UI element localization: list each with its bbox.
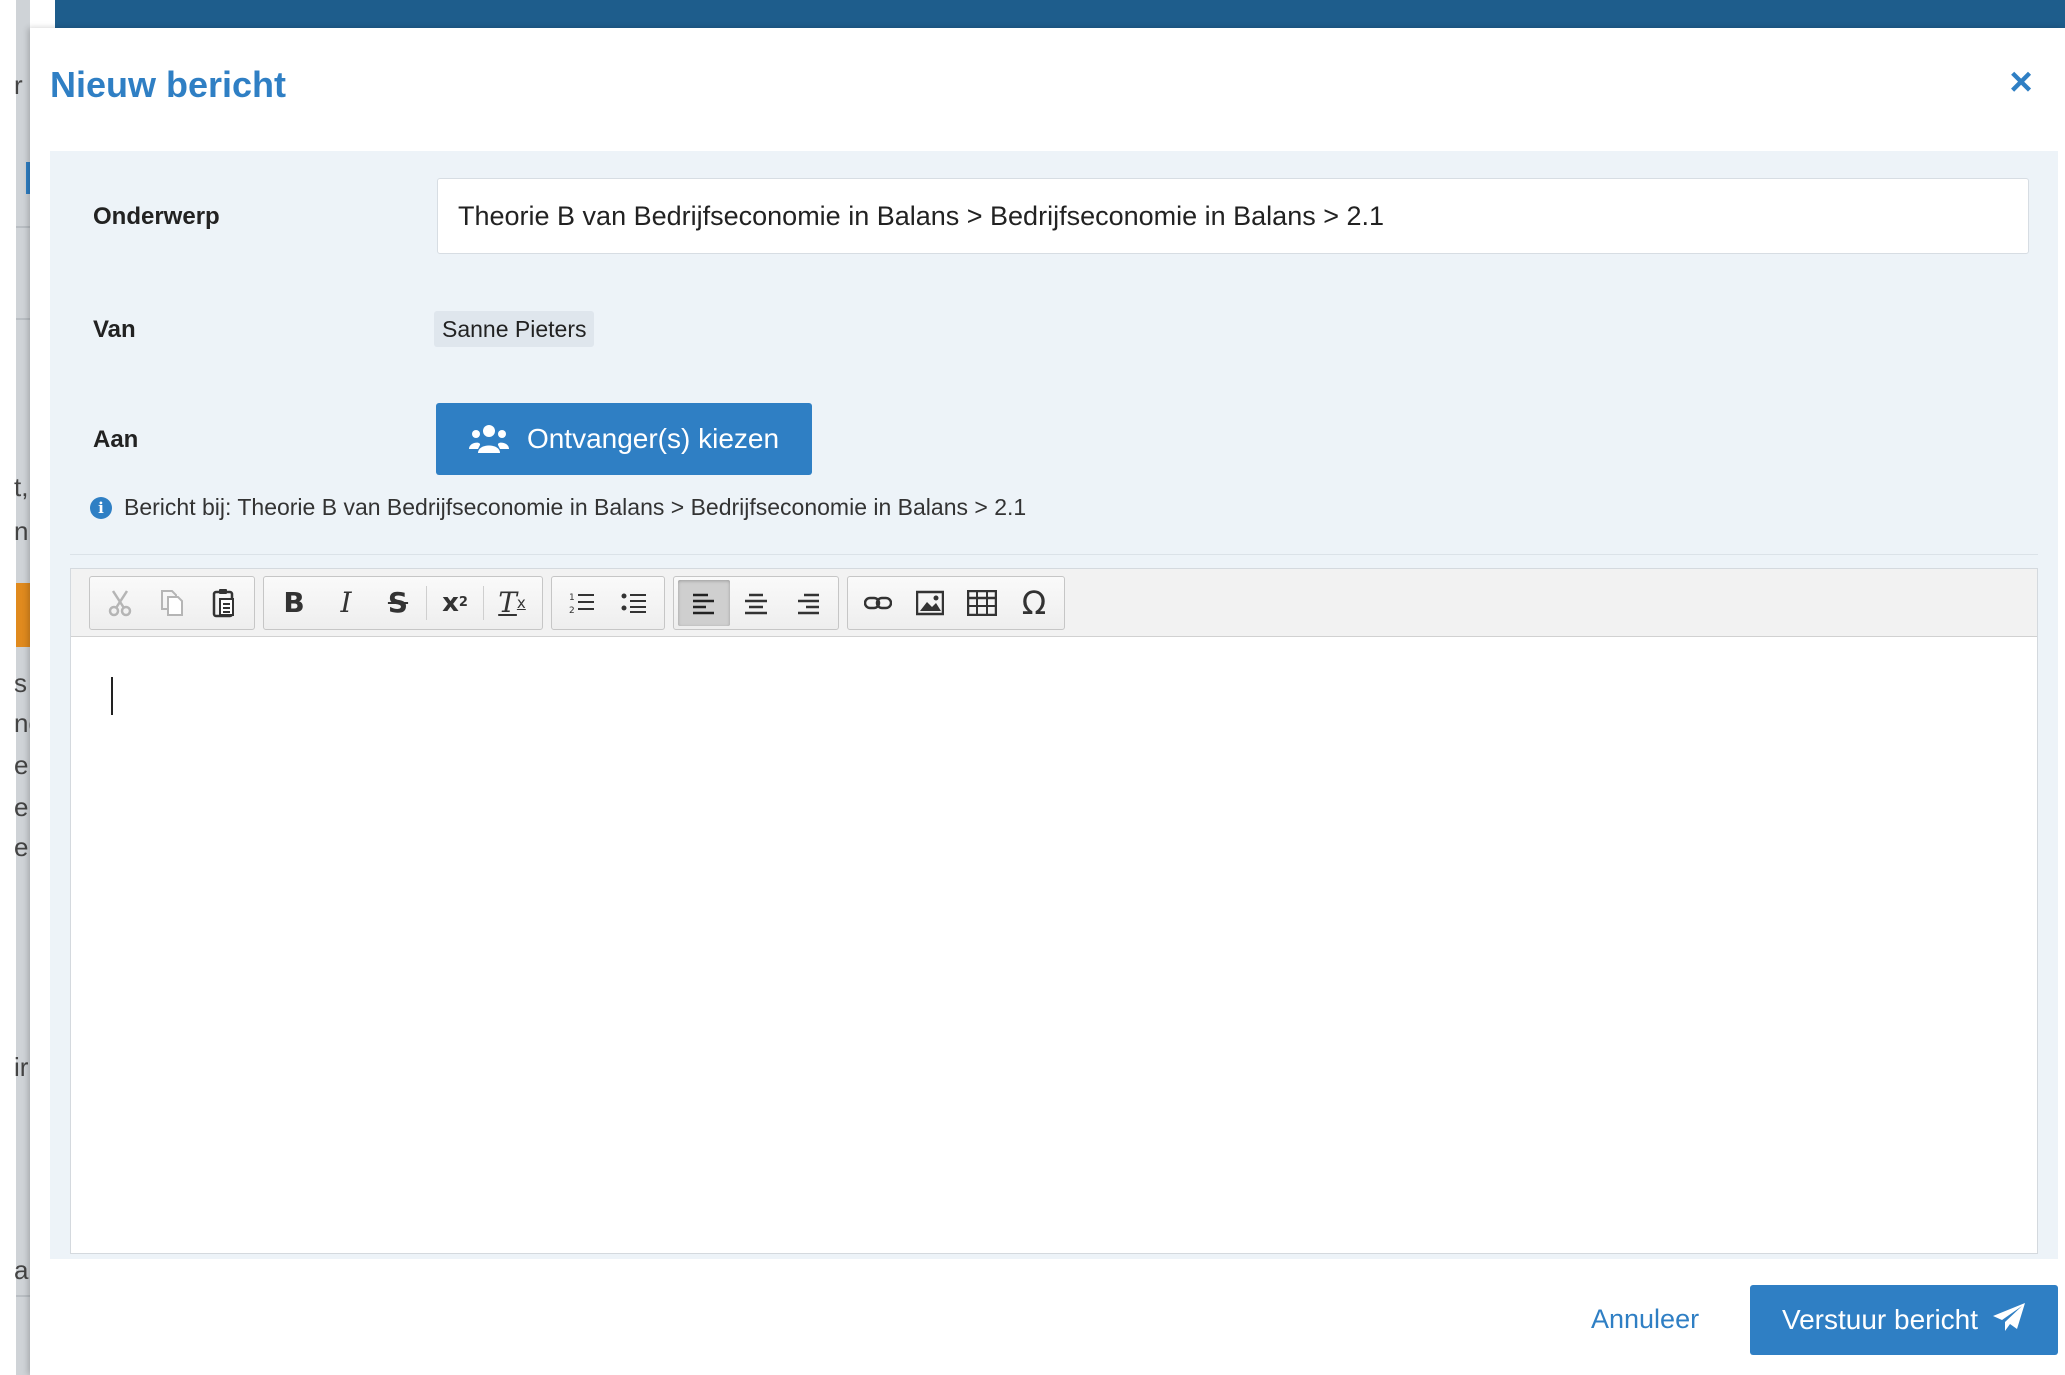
- background-text-fragment: e: [14, 832, 29, 862]
- background-text-fragment: s: [14, 668, 27, 698]
- from-label: Van: [93, 316, 136, 343]
- superscript-base: x: [442, 587, 459, 618]
- align-right-icon: [798, 593, 819, 614]
- numbered-list-icon: 1 2: [569, 593, 594, 616]
- table-icon: [967, 589, 997, 616]
- align-center-icon: [745, 593, 767, 614]
- remove-format-button[interactable]: Tx: [486, 580, 538, 626]
- clipboard-group: [89, 575, 255, 630]
- new-message-dialog: Nieuw bericht × Onderwerp Van Sanne Piet…: [30, 28, 2065, 1375]
- rich-text-editor: B I S x2 Tx 1 2 Ω: [70, 568, 2038, 1254]
- remove-format-base: T: [498, 586, 517, 619]
- superscript-mark: 2: [458, 595, 468, 610]
- insert-link-button[interactable]: [852, 580, 904, 626]
- bulleted-list-icon: [621, 593, 646, 613]
- copy-button[interactable]: [146, 580, 198, 626]
- background-orange-bar: [16, 583, 30, 647]
- format-group: B I S x2 Tx: [263, 575, 543, 630]
- bold-button[interactable]: B: [268, 580, 320, 626]
- info-icon: i: [90, 496, 112, 519]
- background-topbar: [55, 0, 2065, 28]
- form-divider: [70, 554, 2038, 555]
- numbered-list-button[interactable]: 1 2: [556, 580, 608, 626]
- send-message-label: Verstuur bericht: [1781, 1304, 1979, 1335]
- cancel-link[interactable]: Annuleer: [1591, 1304, 1699, 1335]
- text-cursor: [111, 677, 113, 715]
- subject-input[interactable]: [437, 178, 2029, 254]
- users-icon: [468, 423, 509, 455]
- svg-text:2: 2: [569, 606, 575, 616]
- link-icon: [864, 596, 892, 609]
- insert-table-button[interactable]: [956, 580, 1008, 626]
- choose-recipients-label: Ontvanger(s) kiezen: [526, 423, 780, 454]
- to-label: Aan: [93, 426, 139, 453]
- align-left-icon: [693, 593, 714, 614]
- insert-group: Ω: [847, 575, 1065, 630]
- choose-recipients-button[interactable]: Ontvanger(s) kiezen: [436, 403, 812, 475]
- background-text-fragment: ir: [14, 1052, 29, 1082]
- image-icon: [916, 590, 944, 615]
- scissors-icon: [108, 589, 132, 616]
- background-text-fragment: e: [14, 750, 29, 780]
- superscript-button[interactable]: x2: [429, 580, 481, 626]
- send-message-button[interactable]: Verstuur bericht: [1750, 1285, 2058, 1355]
- close-icon[interactable]: ×: [2003, 62, 2039, 102]
- cut-button[interactable]: [94, 580, 146, 626]
- background-divider: [16, 226, 30, 228]
- special-character-button[interactable]: Ω: [1008, 580, 1060, 626]
- toolbar-separator: [426, 585, 427, 620]
- align-center-button[interactable]: [730, 580, 782, 626]
- remove-format-sub: x: [516, 593, 526, 612]
- background-divider: [16, 318, 30, 320]
- strikethrough-button[interactable]: S: [372, 580, 424, 626]
- italic-button[interactable]: I: [320, 580, 372, 626]
- message-body-editor[interactable]: [71, 637, 2037, 1253]
- copy-icon: [161, 589, 183, 616]
- clipboard-icon: [212, 588, 234, 617]
- context-note-text: Bericht bij: Theorie B van Bedrijfsecono…: [124, 494, 1027, 520]
- context-note: i Bericht bij: Theorie B van Bedrijfseco…: [90, 494, 1026, 521]
- background-divider: [16, 1295, 30, 1297]
- message-form: Onderwerp Van Sanne Pieters Aan Ontvange…: [50, 151, 2058, 1259]
- editor-toolbar: B I S x2 Tx 1 2 Ω: [71, 569, 2037, 637]
- paper-plane-icon: [1992, 1302, 2026, 1339]
- alignment-group: [673, 575, 839, 630]
- background-text-fragment: t,: [14, 472, 29, 502]
- subject-label: Onderwerp: [93, 203, 220, 230]
- list-group: 1 2: [551, 575, 665, 630]
- insert-image-button[interactable]: [904, 580, 956, 626]
- background-text-fragment: r: [14, 70, 23, 100]
- bulleted-list-button[interactable]: [608, 580, 660, 626]
- background-text-fragment: n: [14, 516, 29, 546]
- from-sender-chip: Sanne Pieters: [434, 311, 595, 347]
- toolbar-separator: [483, 585, 484, 620]
- background-text-fragment: e: [14, 792, 29, 822]
- align-right-button[interactable]: [782, 580, 834, 626]
- svg-text:1: 1: [569, 593, 575, 603]
- paste-button[interactable]: [198, 580, 250, 626]
- dialog-title: Nieuw bericht: [50, 64, 287, 105]
- align-left-button[interactable]: [678, 579, 730, 626]
